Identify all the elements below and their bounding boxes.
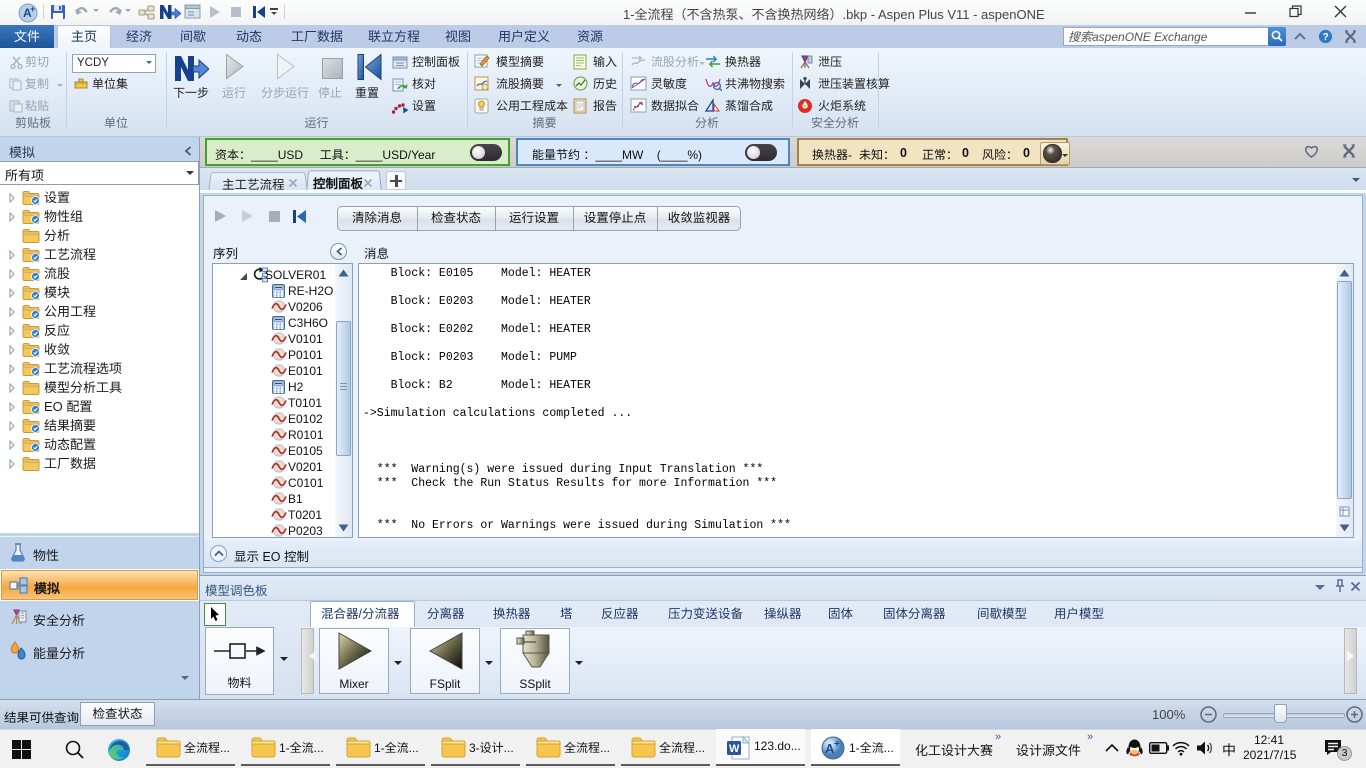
svg-text:+: + bbox=[30, 4, 35, 14]
svg-text:W: W bbox=[729, 743, 740, 755]
svg-text:?: ? bbox=[1323, 32, 1329, 43]
svg-text:+: + bbox=[834, 739, 840, 750]
